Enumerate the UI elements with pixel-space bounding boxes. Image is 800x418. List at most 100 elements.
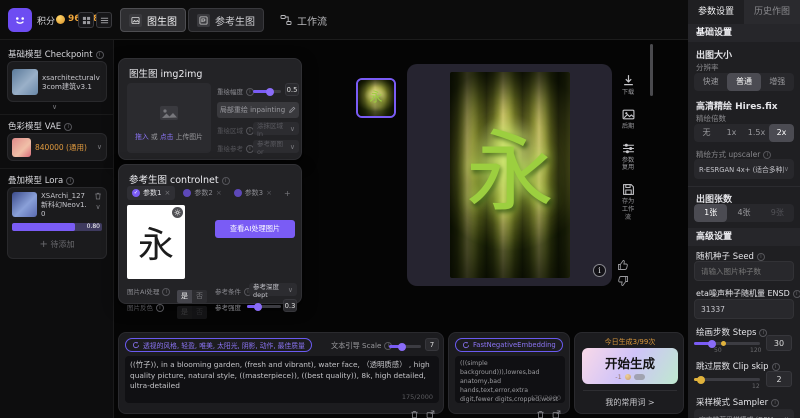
save-workflow-button[interactable]: 存为工作流 <box>616 183 640 221</box>
tab-ref-gen[interactable]: 参考生图 <box>188 8 264 32</box>
my-common-words-button[interactable]: 我的常用词 > <box>575 397 685 408</box>
negative-prompt-panel: FastNegativeEmbedding (((simple backgrou… <box>448 332 570 414</box>
seed-input[interactable] <box>694 261 794 281</box>
clip-skip-value[interactable]: 2 <box>766 371 792 387</box>
controlnet-tab-3[interactable]: 参数3 × <box>230 186 276 200</box>
hires-mult-label: 精绘倍数 <box>696 113 726 124</box>
strength-value[interactable]: 0.3 <box>283 299 297 312</box>
controlnet-tab-2[interactable]: 参数2 × <box>179 186 225 200</box>
vae-section-label: 色彩模型 VAEi <box>8 120 72 132</box>
denoise-slider[interactable] <box>253 90 281 93</box>
tab-img2img[interactable]: 图生图 <box>120 8 186 32</box>
count-4[interactable]: 4张 <box>727 204 760 222</box>
upscaler-dropdown[interactable]: R-ESRGAN 4x+ (适合多种风∨ <box>694 159 794 179</box>
img2img-panel-title: 图生图 img2img <box>129 66 202 80</box>
export-negative-button[interactable] <box>552 404 561 418</box>
view-ai-image-button[interactable]: 查看AI处理图片 <box>215 220 295 238</box>
postprocess-button[interactable]: 后期 <box>616 108 640 131</box>
image-placeholder-icon <box>159 105 179 121</box>
download-button[interactable]: 下载 <box>616 74 640 97</box>
hires-1-5x[interactable]: 1.5x <box>744 124 769 142</box>
lora-name: XSArchi_127新科幻Neov1.0 <box>41 192 90 219</box>
count-9[interactable]: 9张 <box>761 204 794 222</box>
vae-value: 840000 (通用) <box>35 142 87 153</box>
repaint-ref-dropdown[interactable]: 参考原图 or∨ <box>253 140 299 153</box>
vae-card[interactable]: 840000 (通用) ∨ <box>7 133 107 161</box>
hires-1x[interactable]: 1x <box>719 124 744 142</box>
info-icon: i <box>64 123 72 131</box>
resolution-label: 分辨率 <box>696 62 719 73</box>
upload-hint: 拖入 或 点击 上传图片 <box>127 131 211 141</box>
clear-positive-button[interactable] <box>410 404 419 418</box>
menu-button[interactable] <box>96 12 112 28</box>
reference-settings-button[interactable] <box>172 207 183 218</box>
resolution-segment: 快速 普通 增强 <box>694 73 794 91</box>
steps-slider[interactable] <box>694 342 760 345</box>
generate-button-label: 开始生成 <box>582 353 678 372</box>
denoise-label: 重绘幅度i <box>217 86 254 96</box>
prompt-tags-pill[interactable]: 透视的风格, 轻盈, 唯美, 太阳光, 阴影, 动作, 最佳质量 <box>125 338 312 352</box>
canvas-scrollbar[interactable] <box>650 44 653 96</box>
strength-slider[interactable] <box>247 305 281 308</box>
repaint-area-dropdown[interactable]: 涂抹区域 In∨ <box>253 122 299 135</box>
resolution-fast[interactable]: 快速 <box>694 73 727 91</box>
dislike-button[interactable] <box>617 272 629 291</box>
clip-skip-slider[interactable] <box>694 378 760 381</box>
grid-view-button[interactable] <box>78 12 94 28</box>
close-icon[interactable]: × <box>266 189 272 197</box>
pencil-icon <box>288 106 296 114</box>
controlnet-tab-1[interactable]: ✓ 参数1 × <box>127 186 175 200</box>
generation-thumbnail-selected[interactable]: 永 <box>356 78 396 118</box>
steps-value[interactable]: 30 <box>766 335 792 351</box>
info-icon: i <box>96 51 104 59</box>
clear-negative-button[interactable] <box>536 404 545 418</box>
lora-collapse-chevron[interactable]: ∨ <box>95 203 100 211</box>
denoise-value[interactable]: 0.5 <box>285 83 299 96</box>
cfg-scale-value[interactable]: 7 <box>425 338 439 351</box>
hires-2x[interactable]: 2x <box>769 124 794 142</box>
negative-embedding-pill[interactable]: FastNegativeEmbedding <box>455 338 563 352</box>
add-controlnet-tab[interactable]: + <box>280 189 295 198</box>
checkpoint-collapse-chevron[interactable]: ∨ <box>52 103 57 111</box>
dot-icon <box>183 189 191 197</box>
resolution-normal[interactable]: 普通 <box>727 73 760 91</box>
condition-dropdown[interactable]: 参考深度 dept∨ <box>249 283 297 296</box>
generated-image-card: 永 i <box>407 64 612 286</box>
close-icon[interactable]: × <box>164 189 170 197</box>
checkpoint-card[interactable]: xsarchitecturalv3com建筑v3.1 <box>7 61 107 102</box>
count-1[interactable]: 1张 <box>694 204 727 222</box>
batch-count-segment: 1张 4张 9张 <box>694 204 794 222</box>
controlnet-reference-image[interactable]: 永 <box>127 205 185 279</box>
generated-glyph: 永 <box>466 101 554 228</box>
add-lora-button[interactable]: + 待添加 <box>12 239 102 250</box>
controlnet-panel: 参考生图 controlneti ✓ 参数1 × 参数2 × 参数3 × + 永 <box>118 164 302 304</box>
lora-card[interactable]: XSArchi_127新科幻Neov1.0 ∨ 0.80 + 待添加 <box>7 187 107 259</box>
resolution-enhanced[interactable]: 增强 <box>761 73 794 91</box>
tab-history[interactable]: 历史作图 <box>744 0 800 24</box>
positive-prompt-input[interactable]: ((竹子)), in a blooming garden, (fresh and… <box>125 356 439 403</box>
ref-gen-tab-icon <box>197 14 210 27</box>
workflow-tab-icon <box>280 14 292 26</box>
delete-lora-icon[interactable] <box>94 192 102 200</box>
generated-image[interactable]: 永 <box>450 72 570 278</box>
export-positive-button[interactable] <box>426 404 435 418</box>
reuse-params-button[interactable]: 参数复用 <box>616 142 640 173</box>
lora-weight-slider[interactable]: 0.80 <box>12 223 102 231</box>
reference-glyph: 永 <box>138 216 174 268</box>
save-icon <box>622 183 635 196</box>
close-icon[interactable]: × <box>216 189 222 197</box>
sampler-dropdown[interactable]: 官方推荐采样模式 (DPM∨ <box>694 409 794 418</box>
generate-button[interactable]: 开始生成 -1 <box>582 348 678 384</box>
tab-workflow[interactable]: 工作流 <box>272 8 335 32</box>
info-icon: i <box>222 177 230 185</box>
app-logo[interactable] <box>8 8 32 32</box>
invert-toggle[interactable]: 是否 <box>177 299 207 319</box>
inpaint-button[interactable]: 局部重绘 inpainting <box>217 102 299 118</box>
cfg-scale-slider[interactable] <box>389 345 421 348</box>
ensd-input[interactable] <box>694 299 794 319</box>
image-info-button[interactable]: i <box>593 264 606 277</box>
tab-parameters[interactable]: 参数设置 <box>688 0 744 24</box>
hires-none[interactable]: 无 <box>694 124 719 142</box>
image-upload-dropzone[interactable]: 拖入 或 点击 上传图片 <box>127 83 211 153</box>
vae-dropdown-chevron[interactable]: ∨ <box>97 143 102 151</box>
